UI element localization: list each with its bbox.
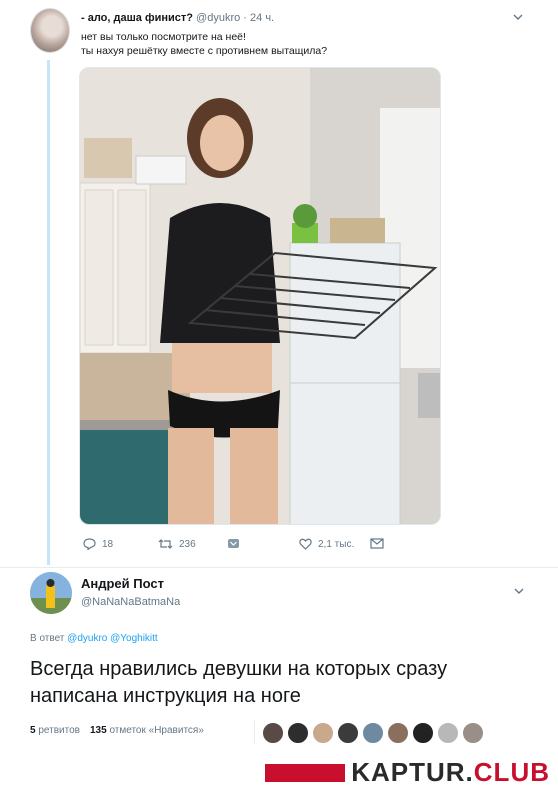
watermark-bar [265, 763, 346, 782]
liker-avatar[interactable] [287, 722, 309, 744]
like-count: 2,1 тыс. [318, 538, 355, 550]
tweet-text-line: нет вы только посмотрите на неё! [81, 31, 246, 43]
liker-avatar[interactable] [412, 722, 434, 744]
reply-prefix: В ответ [30, 633, 65, 644]
tweet-header: - ало, даша финист? @dyukro · 24 ч. [81, 12, 275, 24]
avatar[interactable] [30, 572, 72, 614]
chevron-down-icon[interactable] [514, 586, 524, 598]
divider [254, 720, 255, 744]
retweet-label[interactable]: ретвитов [38, 725, 80, 736]
retweet-count: 236 [179, 538, 196, 550]
tweet-stats: 5 ретвитов 135 отметок «Нравится» [30, 725, 204, 736]
retweet-count[interactable]: 5 [30, 725, 36, 736]
display-name[interactable]: - ало, даша финист? [81, 12, 193, 24]
reply-icon [83, 538, 96, 550]
like-button[interactable]: 2,1 тыс. [299, 538, 354, 550]
tweet-actions: 18 236 2,1 тыс. [83, 538, 403, 554]
handle[interactable]: @NaNaNaBatmaNa [81, 596, 180, 608]
thread-line [47, 60, 50, 565]
liker-avatar[interactable] [312, 722, 334, 744]
watermark-word: KAPTUR. [351, 757, 474, 787]
mention-link[interactable]: @Yoghikitt [110, 633, 158, 644]
avatar[interactable] [30, 8, 70, 53]
liker-avatar[interactable] [362, 722, 384, 744]
divider [0, 567, 558, 568]
display-name[interactable]: Андрей Пост [81, 576, 164, 591]
like-count[interactable]: 135 [90, 725, 107, 736]
timestamp[interactable]: 24 ч. [250, 12, 274, 24]
direct-message-icon [227, 538, 240, 550]
handle[interactable]: @dyukro [196, 12, 240, 24]
retweet-icon [158, 538, 173, 550]
tweet-photo[interactable] [79, 67, 441, 525]
tweet-text: нет вы только посмотрите на неё! ты наху… [81, 30, 327, 58]
liker-avatar[interactable] [262, 722, 284, 744]
liker-avatar[interactable] [462, 722, 484, 744]
retweet-button[interactable]: 236 [158, 538, 196, 550]
like-icon [299, 538, 312, 550]
liker-avatar[interactable] [337, 722, 359, 744]
chevron-down-icon[interactable] [513, 12, 523, 24]
mention-link[interactable]: @dyukro [67, 633, 107, 644]
reply-button[interactable]: 18 [83, 538, 113, 550]
direct-message-button[interactable] [227, 538, 240, 550]
watermark-text: KAPTUR.CLUB [351, 757, 550, 788]
liker-avatar[interactable] [387, 722, 409, 744]
like-label[interactable]: отметок «Нравится» [109, 725, 203, 736]
share-button[interactable] [370, 538, 384, 549]
original-tweet: - ало, даша финист? @dyukro · 24 ч. нет … [0, 0, 558, 570]
tweet-text: Всегда нравились девушки на которых сраз… [30, 658, 448, 707]
watermark-word: CLUB [473, 757, 550, 787]
tweet-text-line: ты нахуя решётку вместе с противнем выта… [81, 45, 328, 57]
liker-avatar[interactable] [437, 722, 459, 744]
reply-count: 18 [102, 538, 114, 550]
reply-context: В ответ @dyukro @Yoghikitt [30, 633, 158, 644]
watermark: KAPTUR.CLUB [265, 757, 550, 788]
liker-avatars [262, 722, 484, 744]
envelope-icon [370, 538, 384, 549]
